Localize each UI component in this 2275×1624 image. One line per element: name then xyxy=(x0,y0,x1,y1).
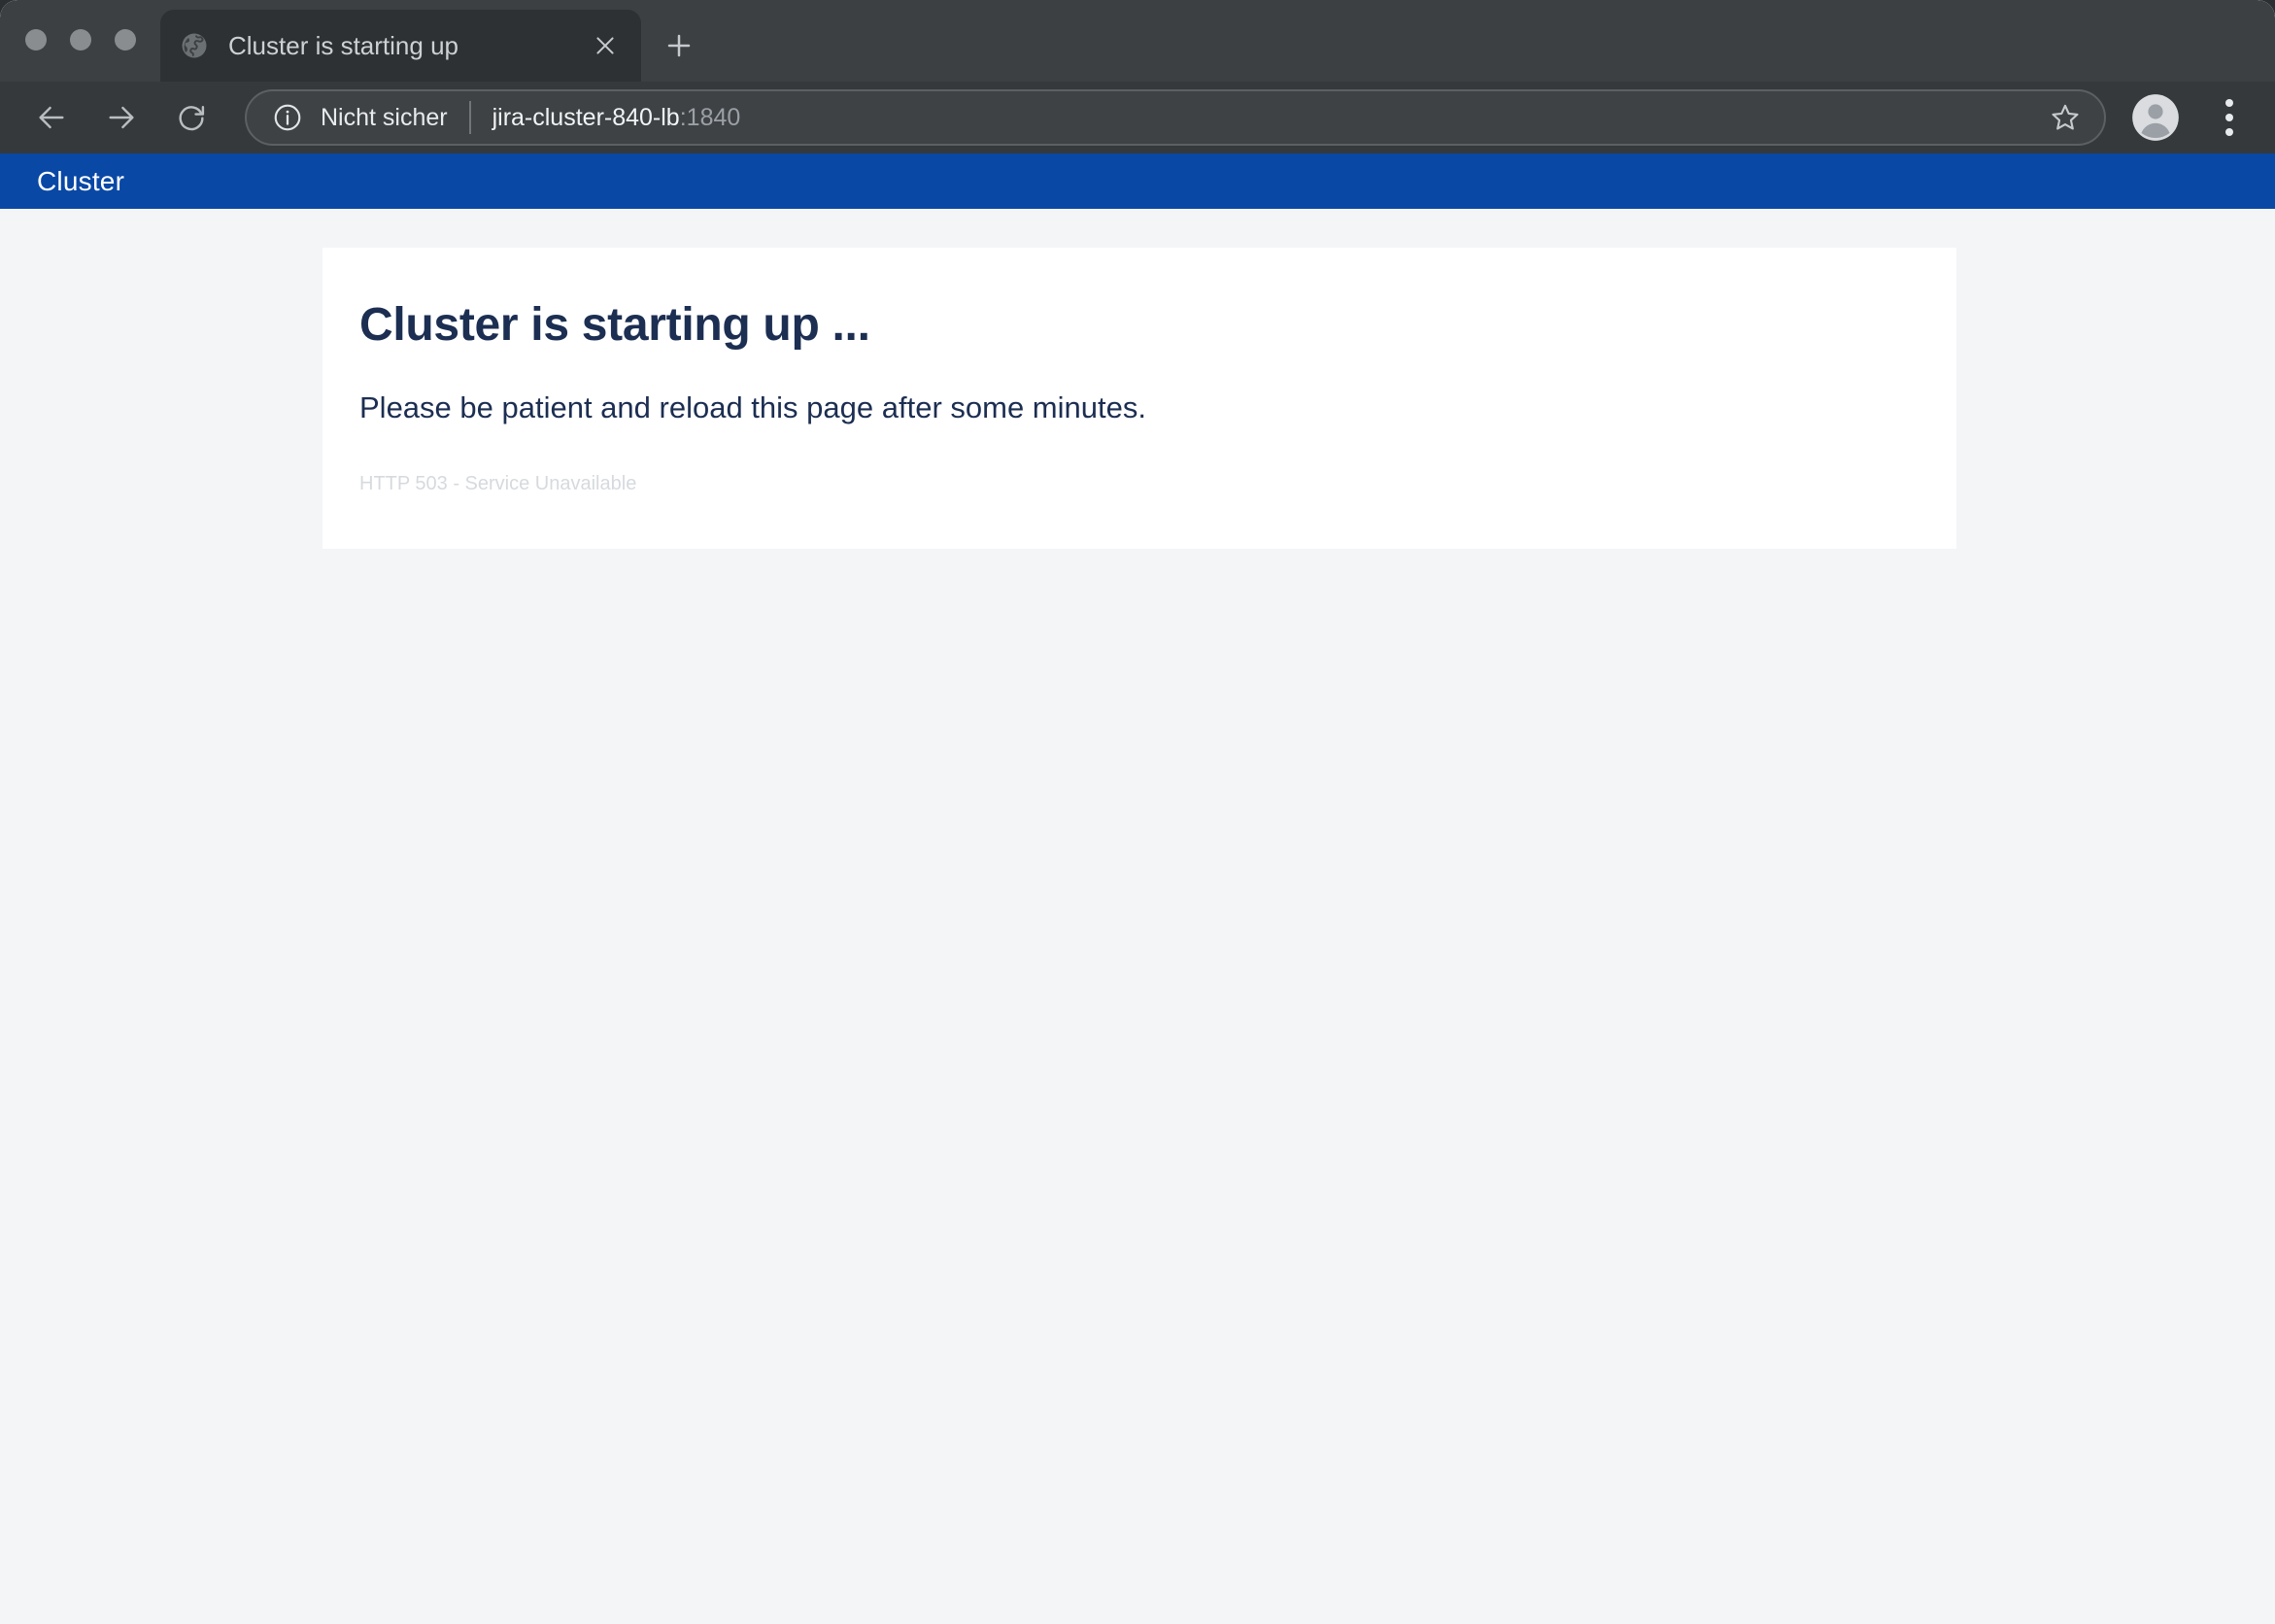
star-icon xyxy=(2052,104,2079,130)
forward-button[interactable] xyxy=(93,89,150,146)
url-port-text: :1840 xyxy=(679,103,741,131)
url-host-text: jira-cluster-840-lb xyxy=(492,103,680,131)
page-viewport: Cluster Cluster is starting up ... Pleas… xyxy=(0,153,2275,1624)
tab-strip: Cluster is starting up xyxy=(0,0,2275,82)
maximize-window-button[interactable] xyxy=(115,29,136,51)
info-circle-icon[interactable] xyxy=(272,102,303,133)
close-icon xyxy=(596,37,614,54)
page-message: Please be patient and reload this page a… xyxy=(359,390,1146,425)
three-dot-menu-icon xyxy=(2225,114,2233,121)
browser-tab-active[interactable]: Cluster is starting up xyxy=(160,10,641,82)
bookmark-button[interactable] xyxy=(2042,94,2088,141)
address-bar[interactable]: Nicht sicher jira-cluster-840-lb :1840 xyxy=(245,89,2106,146)
page-title: Cluster is starting up ... xyxy=(359,299,870,351)
three-dot-menu-icon xyxy=(2225,128,2233,136)
back-icon xyxy=(39,106,64,129)
reload-button[interactable] xyxy=(163,89,220,146)
new-tab-button[interactable] xyxy=(653,19,705,72)
browser-toolbar: Nicht sicher jira-cluster-840-lb :1840 xyxy=(0,82,2275,153)
forward-icon xyxy=(109,106,134,129)
omnibox-divider xyxy=(468,101,471,134)
status-card: Cluster is starting up ... Please be pat… xyxy=(323,248,1956,549)
globe-icon xyxy=(182,33,207,58)
tab-close-icon[interactable] xyxy=(583,23,628,68)
browser-window: Cluster is starting up Nicht sicher jira… xyxy=(0,0,2275,1624)
profile-button[interactable] xyxy=(2129,91,2182,144)
reload-icon xyxy=(179,106,205,131)
app-brand-title[interactable]: Cluster xyxy=(37,166,124,197)
minimize-window-button[interactable] xyxy=(70,29,91,51)
account-avatar-icon xyxy=(2132,94,2179,141)
app-header-bar: Cluster xyxy=(0,153,2275,209)
back-button[interactable] xyxy=(23,89,80,146)
security-status-text: Nicht sicher xyxy=(321,103,448,131)
three-dot-menu-icon xyxy=(2225,99,2233,107)
browser-menu-button[interactable] xyxy=(2207,89,2252,146)
plus-icon xyxy=(667,34,691,57)
http-status-text: HTTP 503 - Service Unavailable xyxy=(359,472,637,494)
window-traffic-lights xyxy=(25,29,136,51)
tab-title: Cluster is starting up xyxy=(228,31,458,60)
close-window-button[interactable] xyxy=(25,29,47,51)
